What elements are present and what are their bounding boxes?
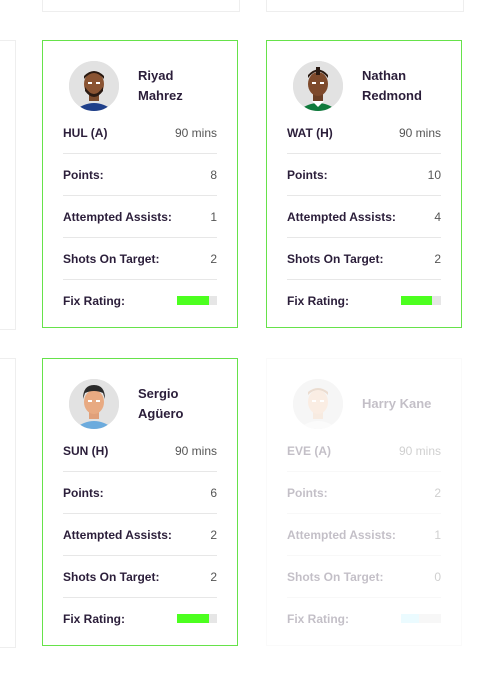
player-last-name: Mahrez [138,88,183,103]
card-edge-top-left [42,0,240,12]
player-first-name: Riyad [138,68,174,83]
rating-row: Fix Rating: [287,280,441,321]
shots-label: Shots On Target: [287,251,384,266]
rating-label: Fix Rating: [287,611,349,626]
shots-row: Shots On Target: 0 [287,556,441,598]
assists-value: 1 [210,209,217,224]
rating-label: Fix Rating: [63,293,125,308]
minutes-value: 90 mins [398,125,441,140]
assists-label: Attempted Assists: [287,209,396,224]
rating-label: Fix Rating: [287,293,349,308]
rating-row: Fix Rating: [63,598,217,639]
rating-bar [401,614,441,623]
points-value: 8 [210,167,217,182]
points-label: Points: [63,167,104,182]
fixture-label: HUL (A) [63,125,108,140]
points-label: Points: [287,485,328,500]
card-edge-top-right [266,0,464,12]
player-avatar [69,379,119,429]
shots-value: 2 [210,251,217,266]
player-card[interactable]: Riyad Mahrez HUL (A) 90 mins Points: 8 A… [42,40,238,328]
rating-label: Fix Rating: [63,611,125,626]
fixture-row: WAT (H) 90 mins [287,112,441,154]
points-label: Points: [63,485,104,500]
fixture-label: WAT (H) [287,125,333,140]
rating-bar [177,296,217,305]
rating-bar-fill [401,296,433,305]
player-card[interactable]: Harry Kane EVE (A) 90 mins Points: 2 Att… [266,358,462,646]
player-first-name: Harry Kane [362,396,432,411]
shots-value: 2 [434,251,441,266]
shots-row: Shots On Target: 2 [63,238,217,280]
player-header: Harry Kane [287,359,441,430]
player-first-name: Sergio [138,386,179,401]
points-value: 10 [427,167,441,182]
player-name: Sergio Agüero [138,384,238,424]
assists-label: Attempted Assists: [287,527,396,542]
player-name: Harry Kane [362,394,462,414]
assists-value: 2 [210,527,217,542]
player-last-name: Redmond [362,88,422,103]
assists-row: Attempted Assists: 1 [287,514,441,556]
shots-value: 2 [210,569,217,584]
fixture-row: EVE (A) 90 mins [287,430,441,472]
player-header: Sergio Agüero [63,359,217,430]
shots-row: Shots On Target: 2 [63,556,217,598]
rating-bar-fill [177,296,209,305]
points-row: Points: 8 [63,154,217,196]
player-card[interactable]: Sergio Agüero SUN (H) 90 mins Points: 6 … [42,358,238,646]
fixture-row: HUL (A) 90 mins [63,112,217,154]
assists-label: Attempted Assists: [63,527,172,542]
assists-row: Attempted Assists: 2 [63,514,217,556]
rating-bar-fill [401,614,419,623]
player-last-name: Agüero [138,406,184,421]
minutes-value: 90 mins [398,443,441,458]
assists-value: 1 [434,527,441,542]
rating-bar-fill [177,614,209,623]
shots-label: Shots On Target: [63,569,160,584]
fixture-row: SUN (H) 90 mins [63,430,217,472]
shots-value: 0 [434,569,441,584]
points-value: 2 [434,485,441,500]
points-row: Points: 10 [287,154,441,196]
rating-bar [177,614,217,623]
rating-row: Fix Rating: [287,598,441,639]
assists-label: Attempted Assists: [63,209,172,224]
card-edge-left-1 [0,40,16,330]
minutes-value: 90 mins [174,443,217,458]
player-avatar [293,61,343,111]
player-avatar [293,379,343,429]
points-label: Points: [287,167,328,182]
shots-row: Shots On Target: 2 [287,238,441,280]
player-header: Riyad Mahrez [63,41,217,112]
player-name: Nathan Redmond [362,66,462,106]
minutes-value: 90 mins [174,125,217,140]
assists-row: Attempted Assists: 1 [63,196,217,238]
assists-row: Attempted Assists: 4 [287,196,441,238]
assists-value: 4 [434,209,441,224]
player-avatar [69,61,119,111]
player-first-name: Nathan [362,68,407,83]
points-value: 6 [210,485,217,500]
fixture-label: SUN (H) [63,443,109,458]
points-row: Points: 6 [63,472,217,514]
player-card[interactable]: Nathan Redmond WAT (H) 90 mins Points: 1… [266,40,462,328]
points-row: Points: 2 [287,472,441,514]
shots-label: Shots On Target: [287,569,384,584]
player-name: Riyad Mahrez [138,66,238,106]
card-edge-left-2 [0,358,16,648]
rating-bar [401,296,441,305]
fixture-label: EVE (A) [287,443,332,458]
player-header: Nathan Redmond [287,41,441,112]
shots-label: Shots On Target: [63,251,160,266]
rating-row: Fix Rating: [63,280,217,321]
